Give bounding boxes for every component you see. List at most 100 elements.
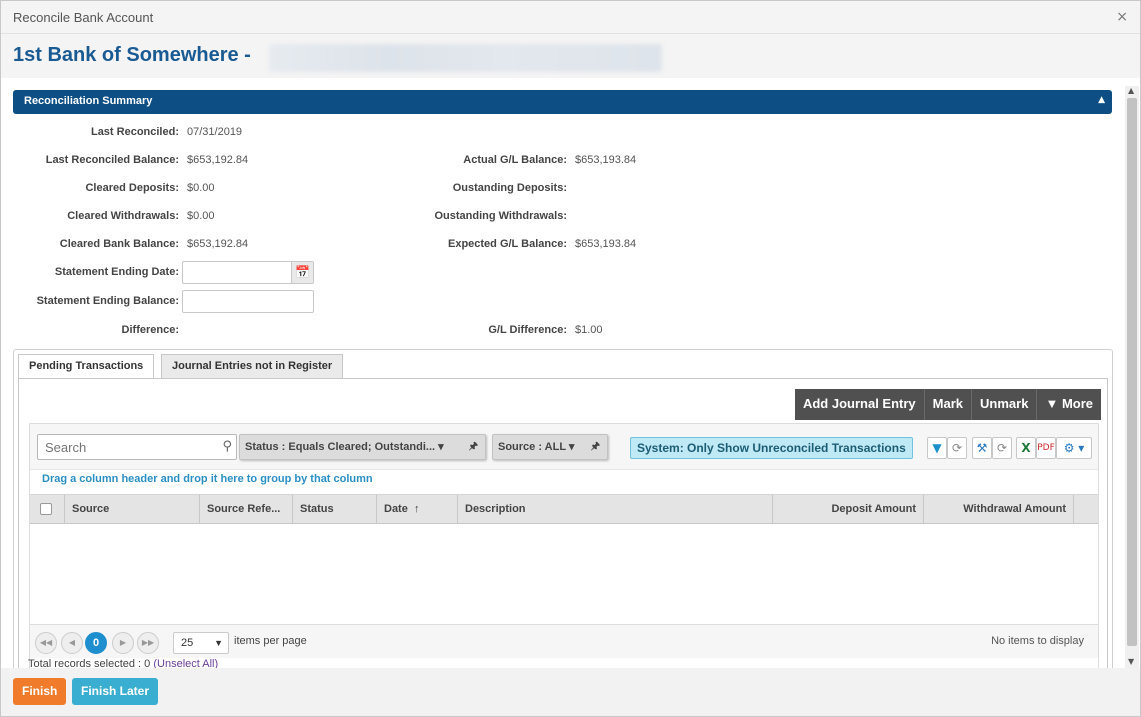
column-date[interactable]: Date ↑ bbox=[377, 495, 458, 524]
select-all-cell bbox=[30, 495, 65, 524]
system-filter-chip[interactable]: System: Only Show Unreconciled Transacti… bbox=[630, 437, 913, 459]
dialog-content: Reconciliation Summary ▲ Last Reconciled… bbox=[1, 78, 1125, 668]
outstanding-withdrawals-label: Oustanding Withdrawals: bbox=[434, 210, 567, 222]
total-selected: Total records selected : 0 (Unselect All… bbox=[28, 658, 218, 668]
search-box[interactable]: ⚲ bbox=[37, 434, 237, 460]
chevron-down-icon: ▼ bbox=[214, 638, 223, 648]
cleared-deposits-value: $0.00 bbox=[187, 182, 215, 194]
unselect-all-link[interactable]: (Unselect All) bbox=[153, 658, 218, 668]
redacted-account-name bbox=[269, 44, 662, 72]
refresh-icon[interactable]: ⟳ bbox=[947, 437, 967, 459]
more-button[interactable]: ▼ More bbox=[1037, 389, 1101, 420]
caret-down-icon: ▼ bbox=[1045, 396, 1059, 411]
column-date-label: Date bbox=[384, 503, 408, 515]
column-description[interactable]: Description bbox=[458, 495, 773, 524]
difference-label: Difference: bbox=[121, 324, 179, 336]
current-page[interactable]: 0 bbox=[85, 632, 107, 654]
expected-gl-balance-label: Expected G/L Balance: bbox=[447, 238, 567, 250]
first-page-icon[interactable]: ◀◀ bbox=[35, 632, 57, 654]
action-bar: Add Journal Entry Mark Unmark ▼ More bbox=[794, 389, 1101, 420]
vertical-scrollbar[interactable]: ▲ ▼ bbox=[1125, 86, 1139, 668]
next-page-icon[interactable]: ▶ bbox=[112, 632, 134, 654]
grid-column-header: Source Source Refe... Status Date ↑ Desc… bbox=[30, 494, 1098, 524]
cleared-withdrawals-value: $0.00 bbox=[187, 210, 215, 222]
column-status[interactable]: Status bbox=[293, 495, 377, 524]
bank-header: 1st Bank of Somewhere - bbox=[1, 34, 1140, 78]
statement-ending-balance-label: Statement Ending Balance: bbox=[36, 295, 179, 307]
page-size-value: 25 bbox=[181, 637, 194, 649]
items-per-page-label: items per page bbox=[234, 635, 307, 647]
add-journal-entry-button[interactable]: Add Journal Entry bbox=[795, 389, 925, 420]
last-reconciled-balance-value: $653,192.84 bbox=[187, 154, 249, 166]
transactions-grid: ⚲ Status : Equals Cleared; Outstandi... … bbox=[29, 423, 1099, 668]
excel-export-icon[interactable]: X bbox=[1016, 437, 1036, 459]
reconciliation-summary-header[interactable]: Reconciliation Summary ▲ bbox=[13, 90, 1112, 114]
dialog-footer: Finish Finish Later bbox=[1, 668, 1140, 716]
bank-name: 1st Bank of Somewhere - bbox=[13, 44, 251, 66]
page-size-select[interactable]: 25 ▼ bbox=[173, 632, 229, 654]
expected-gl-balance-value: $653,193.84 bbox=[575, 238, 637, 250]
mark-button[interactable]: Mark bbox=[925, 389, 973, 420]
pin-icon[interactable]: 🖈 bbox=[591, 435, 600, 459]
dialog-titlebar: Reconcile Bank Account × bbox=[1, 1, 1140, 34]
close-icon[interactable]: × bbox=[1116, 9, 1128, 25]
grid-toolbar: ⚲ Status : Equals Cleared; Outstandi... … bbox=[30, 424, 1098, 470]
pdf-export-icon[interactable]: PDF bbox=[1036, 437, 1056, 459]
calendar-icon[interactable]: 📅 bbox=[291, 262, 313, 283]
gl-difference-value: $1.00 bbox=[575, 324, 603, 336]
column-deposit-amount[interactable]: Deposit Amount bbox=[773, 495, 924, 524]
last-reconciled-value: 07/31/2019 bbox=[187, 126, 243, 138]
search-input[interactable] bbox=[43, 436, 213, 458]
total-selected-label: Total records selected : 0 bbox=[28, 658, 151, 668]
outstanding-deposits-label: Oustanding Deposits: bbox=[452, 182, 567, 194]
status-filter-label: Status : Equals Cleared; Outstandi... ▾ bbox=[245, 441, 444, 453]
column-withdrawal-amount[interactable]: Withdrawal Amount bbox=[924, 495, 1074, 524]
tab-journal-entries[interactable]: Journal Entries not in Register bbox=[161, 354, 344, 378]
actual-gl-balance-value: $653,193.84 bbox=[575, 154, 637, 166]
search-icon[interactable]: ⚲ bbox=[222, 439, 232, 454]
pending-transactions-panel: Add Journal Entry Mark Unmark ▼ More ⚲ S… bbox=[18, 378, 1108, 668]
column-source[interactable]: Source bbox=[65, 495, 200, 524]
no-items-label: No items to display bbox=[991, 635, 1084, 647]
source-filter-label: Source : ALL ▾ bbox=[498, 441, 575, 453]
sort-ascending-icon: ↑ bbox=[413, 503, 420, 515]
settings-gear-icon[interactable]: ⚙ ▾ bbox=[1056, 437, 1092, 459]
filter-icon[interactable]: ▼ bbox=[927, 437, 947, 459]
select-all-checkbox[interactable] bbox=[40, 503, 52, 515]
cleared-bank-balance-label: Cleared Bank Balance: bbox=[59, 238, 179, 250]
column-source-reference[interactable]: Source Refe... bbox=[200, 495, 293, 524]
actual-gl-balance-label: Actual G/L Balance: bbox=[463, 154, 567, 166]
finish-later-button[interactable]: Finish Later bbox=[72, 678, 159, 705]
scroll-down-icon[interactable]: ▼ bbox=[1128, 657, 1134, 666]
gl-difference-label: G/L Difference: bbox=[488, 324, 567, 336]
cleared-bank-balance-value: $653,192.84 bbox=[187, 238, 249, 250]
wrench-icon[interactable]: ⚒ bbox=[972, 437, 992, 459]
grid-pager: ◀◀ ◀ 0 ▶ ▶▶ 25 ▼ items per page No items… bbox=[30, 624, 1098, 658]
dialog-title: Reconcile Bank Account bbox=[13, 10, 154, 25]
tab-pending-transactions[interactable]: Pending Transactions bbox=[18, 354, 155, 379]
pin-icon[interactable]: 🖈 bbox=[469, 435, 478, 459]
statement-ending-date-label: Statement Ending Date: bbox=[54, 266, 179, 278]
unmark-button[interactable]: Unmark bbox=[972, 389, 1038, 420]
last-reconciled-balance-label: Last Reconciled Balance: bbox=[45, 154, 179, 166]
statement-ending-date-field[interactable]: 📅 bbox=[182, 261, 314, 284]
finish-button[interactable]: Finish bbox=[13, 678, 67, 705]
collapse-icon[interactable]: ▲ bbox=[1098, 95, 1105, 105]
group-by-hint: Drag a column header and drop it here to… bbox=[42, 473, 373, 485]
scroll-thumb[interactable] bbox=[1127, 98, 1137, 646]
statement-ending-balance-field[interactable] bbox=[182, 290, 314, 313]
source-filter-chip[interactable]: Source : ALL ▾ 🖈 bbox=[492, 434, 608, 460]
last-page-icon[interactable]: ▶▶ bbox=[137, 632, 159, 654]
prev-page-icon[interactable]: ◀ bbox=[61, 632, 83, 654]
cleared-withdrawals-label: Cleared Withdrawals: bbox=[67, 210, 179, 222]
cleared-deposits-label: Cleared Deposits: bbox=[85, 182, 179, 194]
status-filter-chip[interactable]: Status : Equals Cleared; Outstandi... ▾ … bbox=[239, 434, 486, 460]
scroll-up-icon[interactable]: ▲ bbox=[1128, 86, 1134, 95]
transactions-tabs: Pending Transactions Journal Entries not… bbox=[13, 349, 1113, 668]
section-title: Reconciliation Summary bbox=[24, 95, 153, 107]
grid-body bbox=[30, 524, 1098, 624]
reconcile-dialog: Reconcile Bank Account × 1st Bank of Som… bbox=[0, 0, 1141, 717]
more-label: More bbox=[1061, 396, 1093, 411]
reset-icon[interactable]: ⟳ bbox=[992, 437, 1012, 459]
last-reconciled-label: Last Reconciled: bbox=[90, 126, 179, 138]
